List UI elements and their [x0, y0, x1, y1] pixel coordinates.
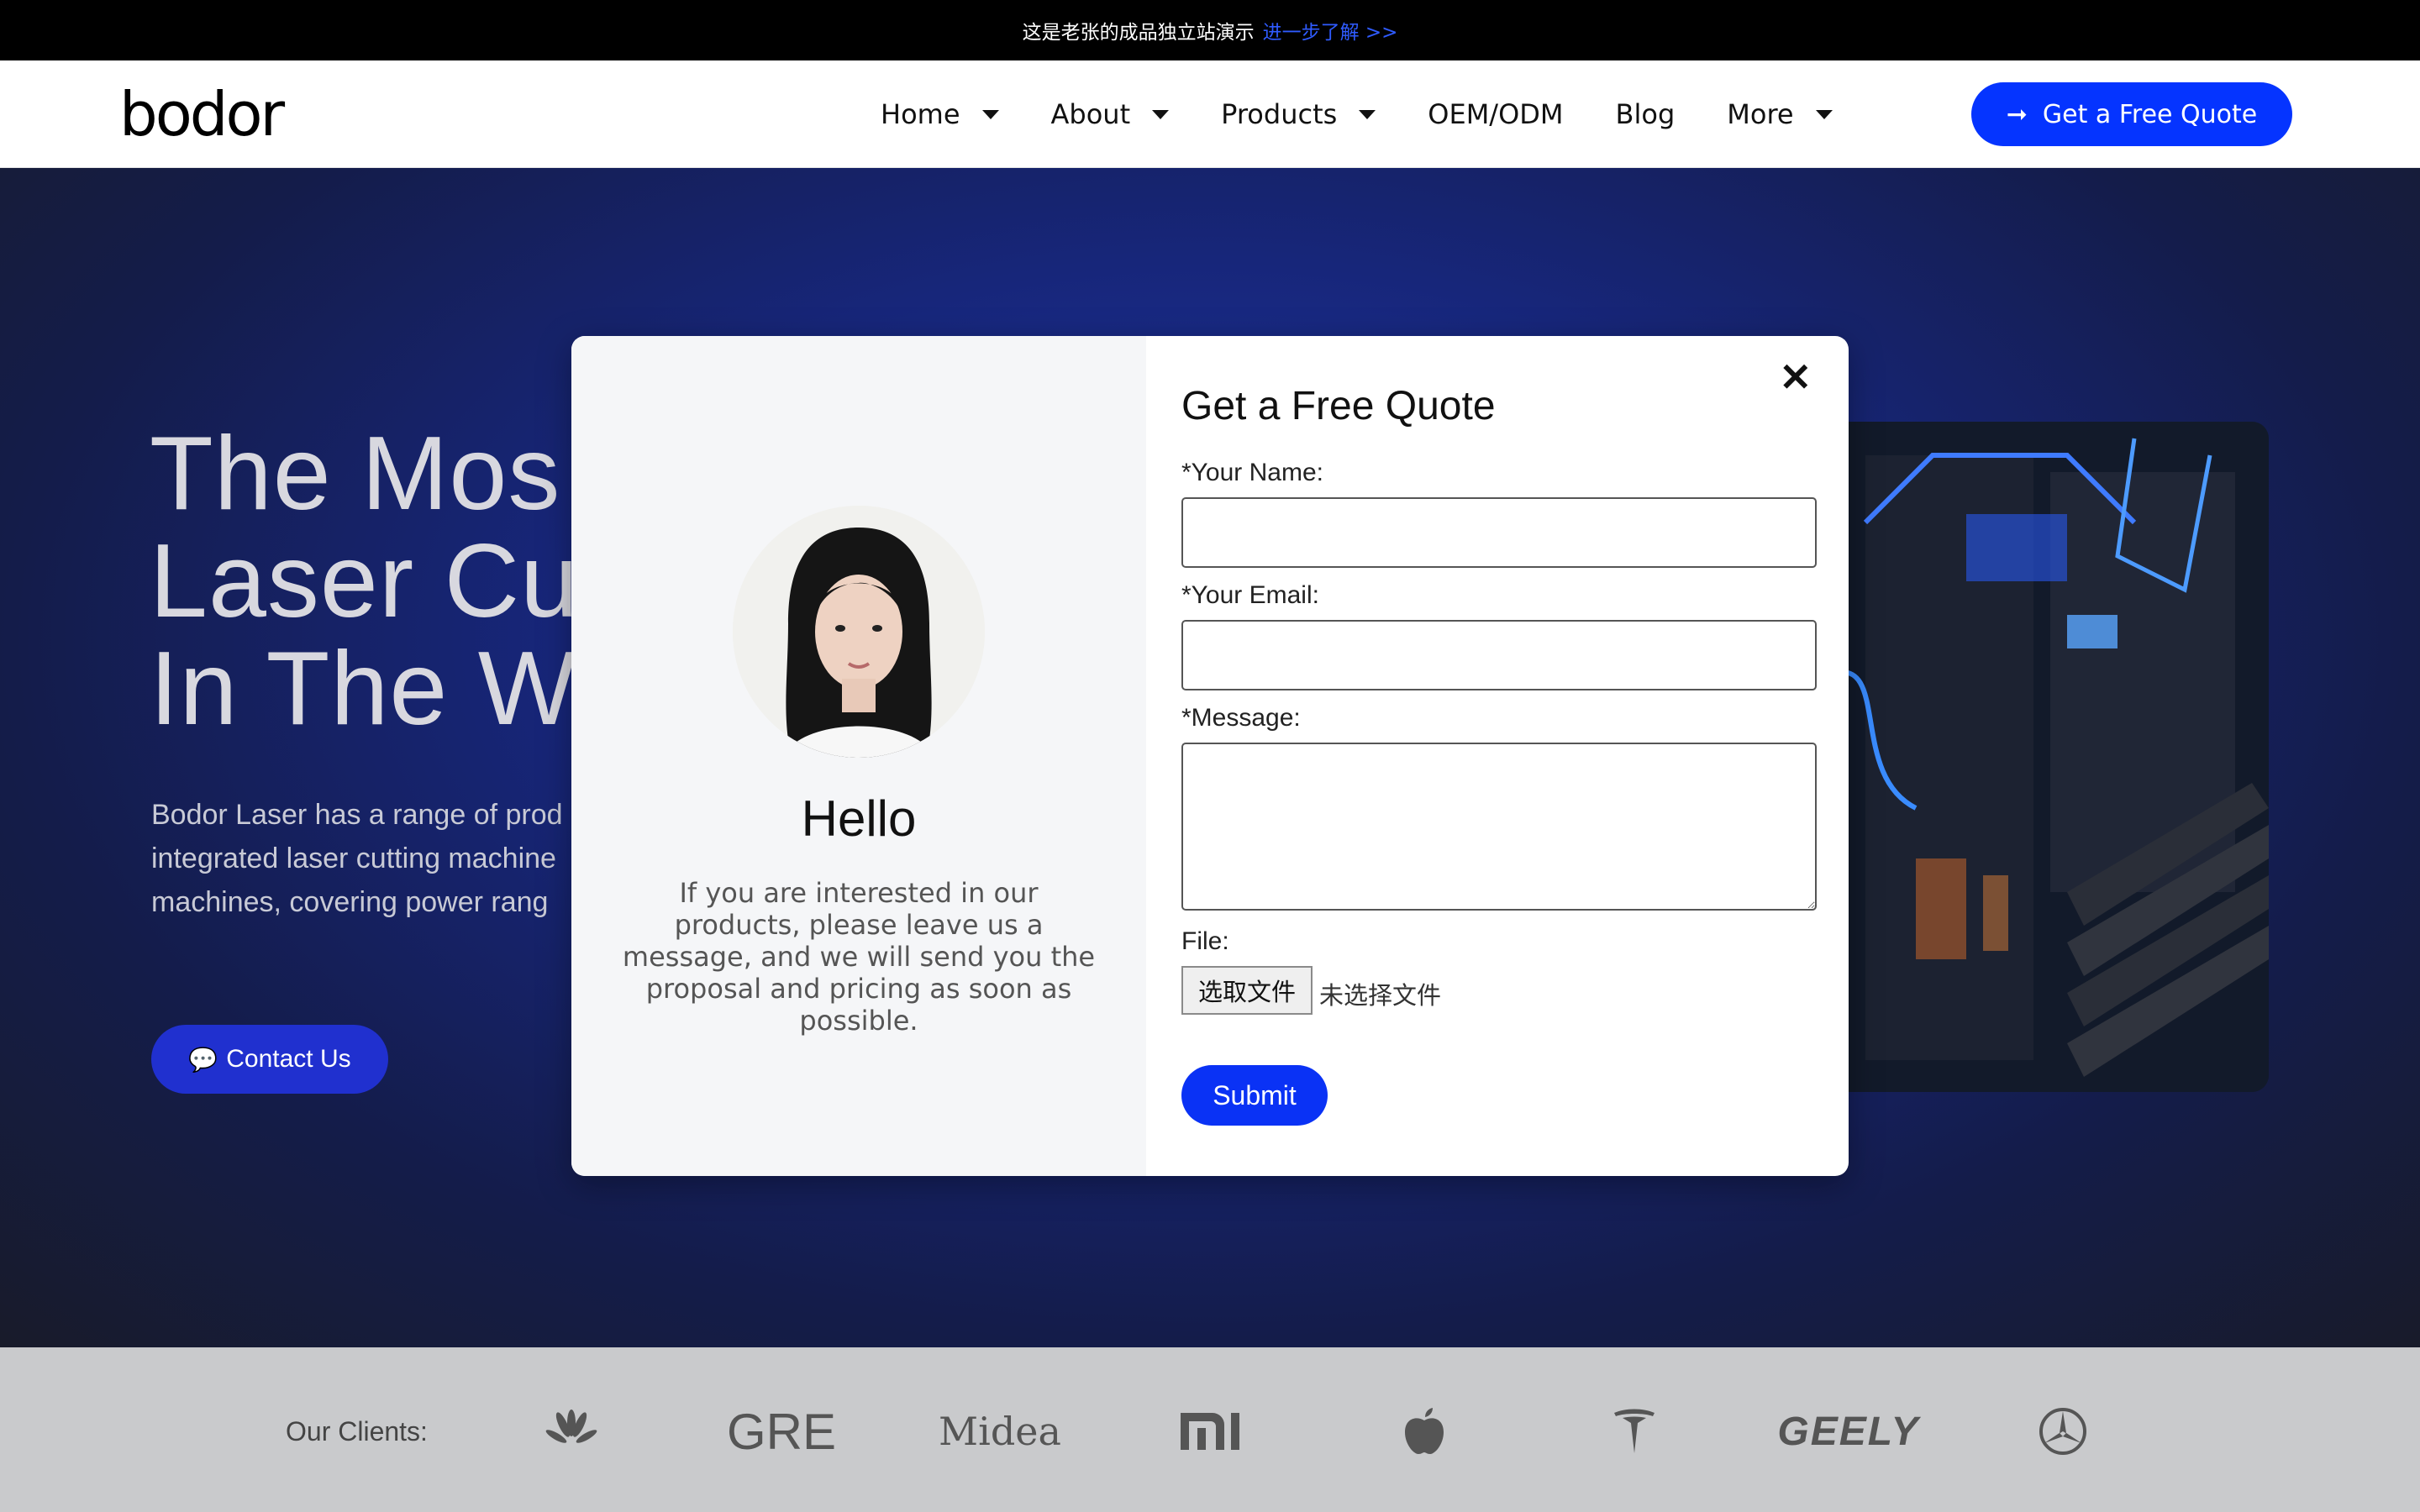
caret-down-icon — [981, 109, 999, 119]
form-title: Get a Free Quote — [1181, 384, 1496, 428]
chat-bubble-icon: 💬 — [188, 1046, 218, 1073]
nav-item-products[interactable]: Products — [1221, 98, 1376, 130]
message-label: *Message: — [1181, 704, 1301, 732]
close-icon[interactable]: ✕ — [1779, 358, 1812, 396]
clients-label: Our Clients: — [286, 1416, 428, 1446]
name-input[interactable] — [1181, 497, 1817, 568]
hero-title-line: The Mos — [150, 416, 561, 532]
get-free-quote-button[interactable]: ➞ Get a Free Quote — [1971, 82, 2292, 146]
nav-label-products: Products — [1221, 98, 1338, 130]
name-label: *Your Name: — [1181, 459, 1323, 486]
nav-item-more[interactable]: More — [1727, 98, 1833, 130]
caret-down-icon — [1359, 109, 1376, 119]
machine-illustration — [1815, 422, 2269, 1092]
hello-heading: Hello — [801, 790, 917, 847]
caret-down-icon — [1152, 109, 1170, 119]
tesla-logo-icon — [1605, 1389, 1664, 1473]
agent-avatar — [733, 506, 985, 758]
hello-description: If you are interested in our products, p… — [622, 877, 1096, 1037]
announcement-bar: 这是老张的成品独立站演示 进一步了解 >> — [0, 0, 2420, 60]
geely-logo: GEELY — [1777, 1409, 1920, 1454]
bodor-logo[interactable]: bodor — [119, 84, 285, 144]
nav-item-oem-odm[interactable]: OEM/ODM — [1428, 98, 1563, 130]
mi-logo-icon — [1176, 1389, 1244, 1473]
learn-more-link[interactable]: 进一步了解 >> — [1263, 16, 1398, 45]
clients-bar: Our Clients: GRE Midea GEELY — [0, 1347, 2420, 1512]
hero-title: The Mos Laser Cu In The W — [150, 420, 579, 743]
caret-down-icon — [1815, 109, 1833, 119]
nav-label-oem-odm: OEM/ODM — [1428, 98, 1564, 130]
laser-machine-image — [1815, 422, 2269, 1092]
mercedes-logo-icon — [2033, 1389, 2092, 1473]
arrow-right-icon: ➞ — [2006, 99, 2028, 129]
main-nav: Home About Products OEM/ODM Blog More — [881, 60, 1885, 168]
huawei-logo-icon — [538, 1389, 605, 1473]
file-label: File: — [1181, 927, 1229, 955]
submit-button[interactable]: Submit — [1181, 1065, 1328, 1126]
midea-logo: Midea — [939, 1409, 1061, 1454]
hero-title-line: Laser Cu — [150, 523, 580, 639]
email-label: *Your Email: — [1181, 581, 1319, 609]
hero-title-line: In The W — [150, 631, 577, 747]
quote-button-label: Get a Free Quote — [2042, 99, 2258, 129]
announcement-text: 这是老张的成品独立站演示 — [1022, 22, 1255, 44]
apple-logo-icon — [1395, 1389, 1454, 1473]
nav-item-about[interactable]: About — [1051, 98, 1170, 130]
nav-label-home: Home — [881, 98, 960, 130]
site-header: bodor Home About Products OEM/ODM Blog M… — [0, 60, 2420, 168]
nav-item-home[interactable]: Home — [881, 98, 999, 130]
email-input[interactable] — [1181, 620, 1817, 690]
quote-form: ✕ Get a Free Quote *Your Name: *Your Ema… — [1146, 336, 1849, 1176]
message-textarea[interactable] — [1181, 743, 1817, 911]
nav-label-blog: Blog — [1615, 98, 1676, 130]
contact-us-button[interactable]: 💬 Contact Us — [151, 1025, 388, 1094]
contact-button-label: Contact Us — [226, 1045, 351, 1073]
nav-label-about: About — [1050, 98, 1131, 130]
gre-logo: GRE — [726, 1403, 837, 1460]
nav-label-more: More — [1727, 98, 1794, 130]
choose-file-button[interactable]: 选取文件 — [1181, 966, 1313, 1015]
modal-intro-panel: Hello If you are interested in our produ… — [571, 336, 1146, 1176]
nav-item-blog[interactable]: Blog — [1616, 98, 1676, 130]
file-status: 未选择文件 — [1319, 981, 1442, 1010]
quote-modal: Hello If you are interested in our produ… — [571, 336, 1849, 1176]
